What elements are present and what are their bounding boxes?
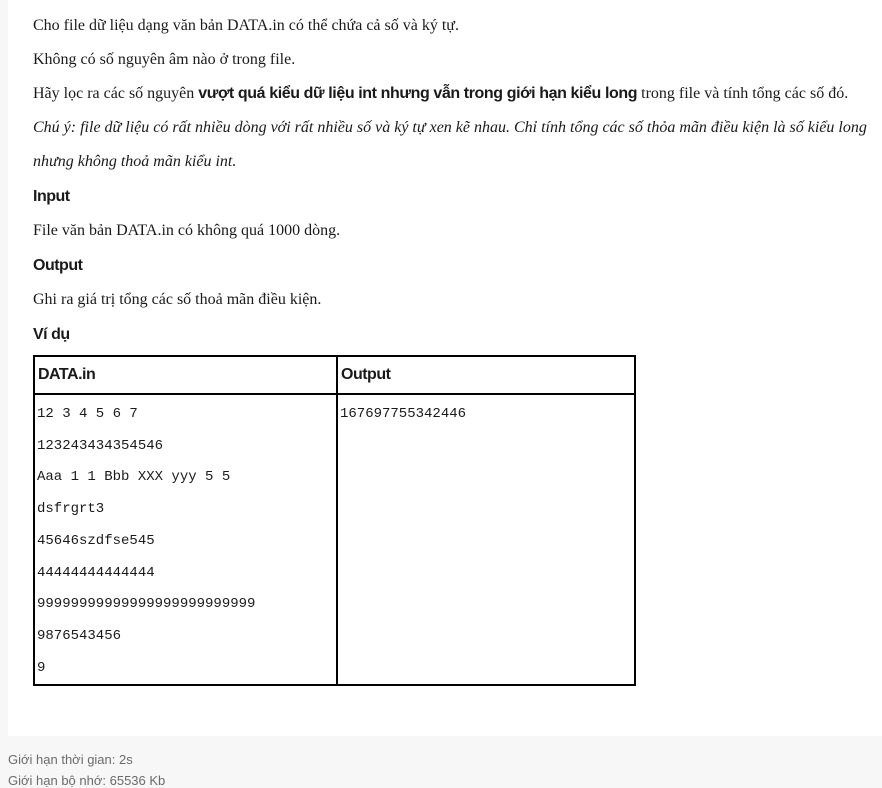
input-description: File văn bản DATA.in có không quá 1000 d… <box>33 222 341 239</box>
example-input-line: 9 <box>37 659 46 676</box>
example-input-line: 12 3 4 5 6 7 <box>37 406 138 422</box>
example-input-cell: 12 3 4 5 6 7 123243434354546 Aaa 1 1 Bbb… <box>33 392 338 687</box>
problem-note: Chú ý: file dữ liệu có rất nhiều dòng vớ… <box>33 119 867 170</box>
problem-line-1: Cho file dữ liệu dạng văn bản DATA.in có… <box>33 17 459 34</box>
output-description: Ghi ra giá trị tổng các số thoả mãn điều… <box>33 291 322 308</box>
example-input-line: 123243434354546 <box>37 437 164 454</box>
time-limit: Giới hạn thời gian: 2s <box>8 752 133 767</box>
problem-line-3-bold: vượt quá kiểu dữ liệu int nhưng vẫn tron… <box>198 85 638 102</box>
example-table-header-row: DATA.in Output <box>33 355 636 395</box>
problem-line-2: Không có số nguyên âm nào ở trong file. <box>33 51 296 68</box>
problem-card: Cho file dữ liệu dạng văn bản DATA.in có… <box>8 0 882 736</box>
example-input-line: Aaa 1 1 Bbb XXX yyy 5 5 <box>37 469 231 486</box>
input-heading: Input <box>33 188 70 205</box>
example-col-output-header: Output <box>336 355 636 395</box>
example-output-line: 167697755342446 <box>340 406 467 422</box>
example-heading: Ví dụ <box>33 326 70 343</box>
example-input-line: 9876543456 <box>37 627 122 644</box>
example-table-row: 12 3 4 5 6 7 123243434354546 Aaa 1 1 Bbb… <box>33 392 636 687</box>
example-output-cell: 167697755342446 <box>336 392 636 687</box>
output-heading: Output <box>33 257 83 274</box>
problem-line-3: Hãy lọc ra các số nguyên vượt quá kiểu d… <box>33 77 878 111</box>
example-input-line: dsfrgrt3 <box>37 501 105 518</box>
example-input-line: 45646szdfse545 <box>37 532 155 549</box>
problem-content: Cho file dữ liệu dạng văn bản DATA.in có… <box>33 0 878 687</box>
problem-line-3-prefix: Hãy lọc ra các số nguyên <box>33 85 199 102</box>
example-col-input-header: DATA.in <box>33 355 338 395</box>
problem-line-3-suffix: trong file và tính tổng các số đó. <box>637 85 849 102</box>
example-input-line: 99999999999999999999999999 <box>37 596 256 613</box>
example-table: DATA.in Output 12 3 4 5 6 7 123243434354… <box>33 355 636 687</box>
example-input-line: 44444444444444 <box>37 564 155 581</box>
